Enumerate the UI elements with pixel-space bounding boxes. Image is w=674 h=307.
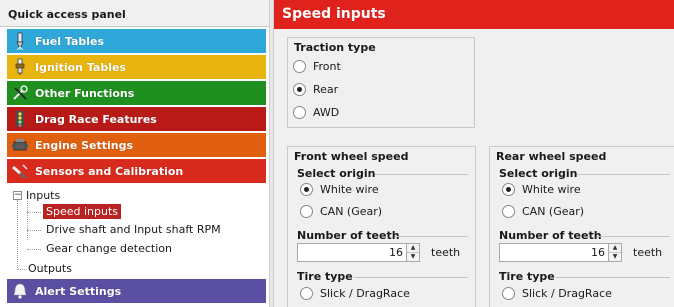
page-title: Speed inputs <box>274 0 674 29</box>
radio-label: Rear <box>313 83 339 96</box>
stepper-buttons[interactable]: ▲ ▼ <box>407 243 420 262</box>
tree-guide-line <box>17 269 27 270</box>
tree-guide-line <box>27 201 28 240</box>
radio-circle-selected <box>300 183 313 196</box>
category-fuel-tables[interactable]: Fuel Tables <box>7 29 266 53</box>
section-divider <box>597 236 670 237</box>
section-divider <box>375 174 468 175</box>
tree-node-speed-inputs[interactable]: Speed inputs <box>43 204 122 219</box>
category-engine-settings[interactable]: Engine Settings <box>7 133 266 157</box>
radio-circle-selected <box>293 83 306 96</box>
front-slick-dragrace-radio[interactable]: Slick / DragRace <box>300 287 410 300</box>
stepper-up-icon[interactable]: ▲ <box>609 244 621 253</box>
stepper-buttons[interactable]: ▲ ▼ <box>609 243 622 262</box>
front-teeth-input[interactable] <box>297 243 407 262</box>
radio-label: Slick / DragRace <box>522 287 612 300</box>
tire-type-label: Tire type <box>499 270 555 283</box>
radio-circle <box>300 287 313 300</box>
alert-bell-icon <box>10 281 30 301</box>
traction-rear-radio[interactable]: Rear <box>293 83 338 96</box>
spark-plug-icon <box>10 57 30 77</box>
number-of-teeth-label: Number of teeth <box>499 229 602 242</box>
teeth-unit-label: teeth <box>431 246 461 259</box>
select-origin-label: Select origin <box>499 167 578 180</box>
tools-icon <box>10 83 30 103</box>
rear-slick-dragrace-radio[interactable]: Slick / DragRace <box>502 287 612 300</box>
radio-circle <box>502 205 515 218</box>
tree-collapse-toggle[interactable]: − <box>13 191 22 200</box>
front-white-wire-radio[interactable]: White wire <box>300 183 379 196</box>
radio-circle <box>300 205 313 218</box>
rear-can-gear-radio[interactable]: CAN (Gear) <box>502 205 584 218</box>
drag-tree-icon <box>10 109 30 129</box>
category-label: Drag Race Features <box>35 112 157 126</box>
category-label: Ignition Tables <box>35 60 126 74</box>
quick-access-panel-title: Quick access panel <box>0 0 269 27</box>
radio-circle <box>502 287 515 300</box>
tree-node-outputs[interactable]: Outputs <box>28 262 72 275</box>
tree-guide-line <box>27 249 41 250</box>
rear-wheel-speed-group: Rear wheel speed Select origin White wir… <box>489 146 674 307</box>
rear-white-wire-radio[interactable]: White wire <box>502 183 581 196</box>
traction-awd-radio[interactable]: AWD <box>293 106 339 119</box>
tree-node-label: Speed inputs <box>43 204 122 219</box>
category-ignition-tables[interactable]: Ignition Tables <box>7 55 266 79</box>
content-area: Speed inputs Traction type Front Rear AW… <box>274 0 674 307</box>
category-label: Other Functions <box>35 86 135 100</box>
group-title: Rear wheel speed <box>496 150 607 163</box>
category-label: Alert Settings <box>35 284 122 298</box>
radio-circle <box>293 60 306 73</box>
teeth-unit-label: teeth <box>633 246 663 259</box>
radio-circle <box>293 106 306 119</box>
traction-type-group: Traction type Front Rear AWD <box>287 37 475 128</box>
category-sensors-and-calibration[interactable]: Sensors and Calibration <box>7 159 266 183</box>
stepper-up-icon[interactable]: ▲ <box>407 244 419 253</box>
engine-icon <box>10 135 30 155</box>
radio-circle-selected <box>502 183 515 196</box>
tree-node-inputs[interactable]: Inputs <box>26 189 60 202</box>
tire-type-label: Tire type <box>297 270 353 283</box>
tree-guide-line <box>27 230 41 231</box>
sensor-icon <box>10 161 30 181</box>
section-divider <box>354 277 468 278</box>
front-teeth-stepper[interactable]: ▲ ▼ <box>297 243 420 262</box>
quick-access-panel: Quick access panel Fuel Tables Ignition … <box>0 0 269 307</box>
tree-node-drive-shaft-rpm[interactable]: Drive shaft and Input shaft RPM <box>46 223 221 236</box>
category-alert-settings[interactable]: Alert Settings <box>7 279 266 303</box>
category-label: Fuel Tables <box>35 34 105 48</box>
radio-label: Front <box>313 60 341 73</box>
traction-front-radio[interactable]: Front <box>293 60 341 73</box>
sensors-tree: − Inputs Speed inputs Drive shaft and In… <box>7 183 266 278</box>
category-other-functions[interactable]: Other Functions <box>7 81 266 105</box>
tree-guide-line <box>27 212 41 213</box>
section-divider <box>556 277 670 278</box>
tree-node-gear-change-detection[interactable]: Gear change detection <box>46 242 172 255</box>
radio-label: CAN (Gear) <box>522 205 585 218</box>
front-wheel-speed-group: Front wheel speed Select origin White wi… <box>287 146 476 307</box>
front-can-gear-radio[interactable]: CAN (Gear) <box>300 205 382 218</box>
tree-guide-line <box>17 200 18 270</box>
rear-teeth-stepper[interactable]: ▲ ▼ <box>499 243 622 262</box>
category-label: Sensors and Calibration <box>35 164 184 178</box>
radio-label: AWD <box>313 106 340 119</box>
category-label: Engine Settings <box>35 138 134 152</box>
select-origin-label: Select origin <box>297 167 376 180</box>
stepper-down-icon[interactable]: ▼ <box>407 253 419 261</box>
group-title: Front wheel speed <box>294 150 409 163</box>
radio-label: White wire <box>522 183 581 196</box>
radio-label: White wire <box>320 183 379 196</box>
fuel-injector-icon <box>10 31 30 51</box>
section-divider <box>395 236 468 237</box>
number-of-teeth-label: Number of teeth <box>297 229 400 242</box>
section-divider <box>577 174 670 175</box>
stepper-down-icon[interactable]: ▼ <box>609 253 621 261</box>
category-drag-race-features[interactable]: Drag Race Features <box>7 107 266 131</box>
group-title: Traction type <box>294 41 376 54</box>
radio-label: CAN (Gear) <box>320 205 383 218</box>
radio-label: Slick / DragRace <box>320 287 410 300</box>
rear-teeth-input[interactable] <box>499 243 609 262</box>
